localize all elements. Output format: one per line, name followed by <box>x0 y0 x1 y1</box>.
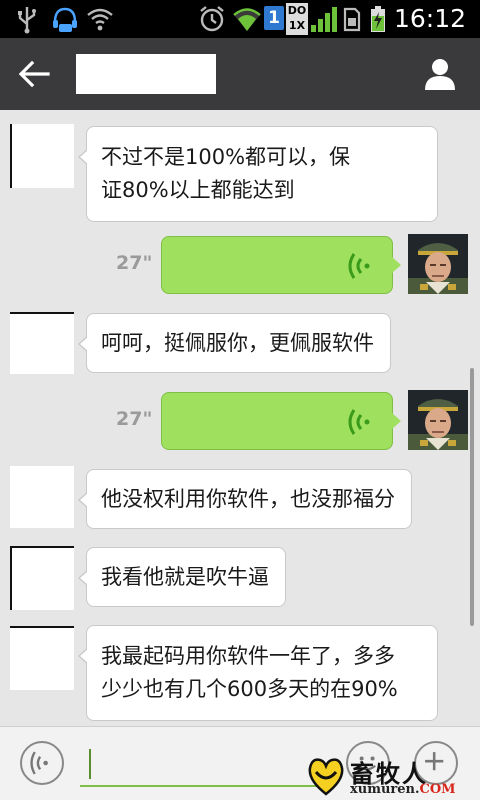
usb-icon <box>18 7 36 34</box>
message-list[interactable]: 不过不是100%都可以，保 证80%以上都能达到 27" 呵呵，挺佩服你，更佩服… <box>0 110 480 726</box>
message-bubble-incoming[interactable]: 我最起码用你软件一年了，多多 少少也有几个600多天的在90% <box>78 625 438 721</box>
voice-mode-icon[interactable] <box>20 741 64 785</box>
wifi-icon <box>233 8 261 31</box>
text-cursor <box>89 749 91 779</box>
wifi-hotspot-icon <box>87 8 113 31</box>
voice-message-bubble[interactable] <box>161 392 401 450</box>
battery-charging-icon <box>371 6 385 32</box>
sim-label: 1 <box>268 8 280 28</box>
sim-badge: 1 <box>264 6 284 30</box>
watermark-url-main: xumuren. <box>350 782 420 797</box>
person-icon[interactable] <box>422 56 458 92</box>
message-line: 呵呵，挺佩服你，更佩服软件 <box>101 331 374 355</box>
watermark-url-tld: COM <box>419 782 456 797</box>
avatar[interactable] <box>10 312 74 374</box>
message-bubble-incoming[interactable]: 我看他就是吹牛逼 <box>78 547 286 607</box>
voice-message-bubble[interactable] <box>161 236 401 294</box>
sd-card-icon <box>343 7 361 32</box>
avatar[interactable] <box>10 124 74 188</box>
status-time: 16:12 <box>393 4 466 33</box>
headset-icon <box>53 7 77 32</box>
scrollbar[interactable] <box>470 368 474 626</box>
watermark-url: xumuren.COM <box>350 782 456 797</box>
chat-header <box>0 38 480 110</box>
message-line: 他没权利用你软件，也没那福分 <box>101 487 395 511</box>
data-label-top: DO <box>287 4 307 17</box>
voice-wave-icon <box>348 253 370 279</box>
message-line: 我看他就是吹牛逼 <box>101 565 269 589</box>
avatar[interactable] <box>10 466 74 528</box>
message-line: 不过不是100%都可以，保 <box>101 145 351 169</box>
signal-icon: DO 1X <box>286 3 338 35</box>
voice-wave-icon <box>348 409 370 435</box>
message-input[interactable] <box>80 743 330 787</box>
message-bubble-incoming[interactable]: 他没权利用你软件，也没那福分 <box>78 469 412 529</box>
alarm-icon <box>200 6 224 32</box>
voice-duration: 27" <box>116 252 153 274</box>
back-arrow-icon[interactable] <box>14 56 54 92</box>
avatar[interactable] <box>408 390 468 450</box>
chat-title <box>76 54 216 94</box>
voice-duration: 27" <box>116 408 153 430</box>
status-bar: 1 DO 1X 16:12 <box>0 0 480 38</box>
avatar[interactable] <box>408 234 468 294</box>
avatar[interactable] <box>10 546 74 610</box>
message-line: 少少也有几个600多天的在90% <box>101 677 398 701</box>
message-bubble-incoming[interactable]: 呵呵，挺佩服你，更佩服软件 <box>78 313 391 373</box>
avatar[interactable] <box>10 626 74 690</box>
message-line: 证80%以上都能达到 <box>101 178 295 202</box>
message-line: 我最起码用你软件一年了，多多 <box>101 644 395 668</box>
watermark-heart-icon <box>308 758 344 796</box>
watermark-logo: 畜牧人 xumuren.COM <box>306 752 480 800</box>
message-bubble-incoming[interactable]: 不过不是100%都可以，保 证80%以上都能达到 <box>78 126 438 222</box>
data-label-bottom: 1X <box>288 19 306 32</box>
